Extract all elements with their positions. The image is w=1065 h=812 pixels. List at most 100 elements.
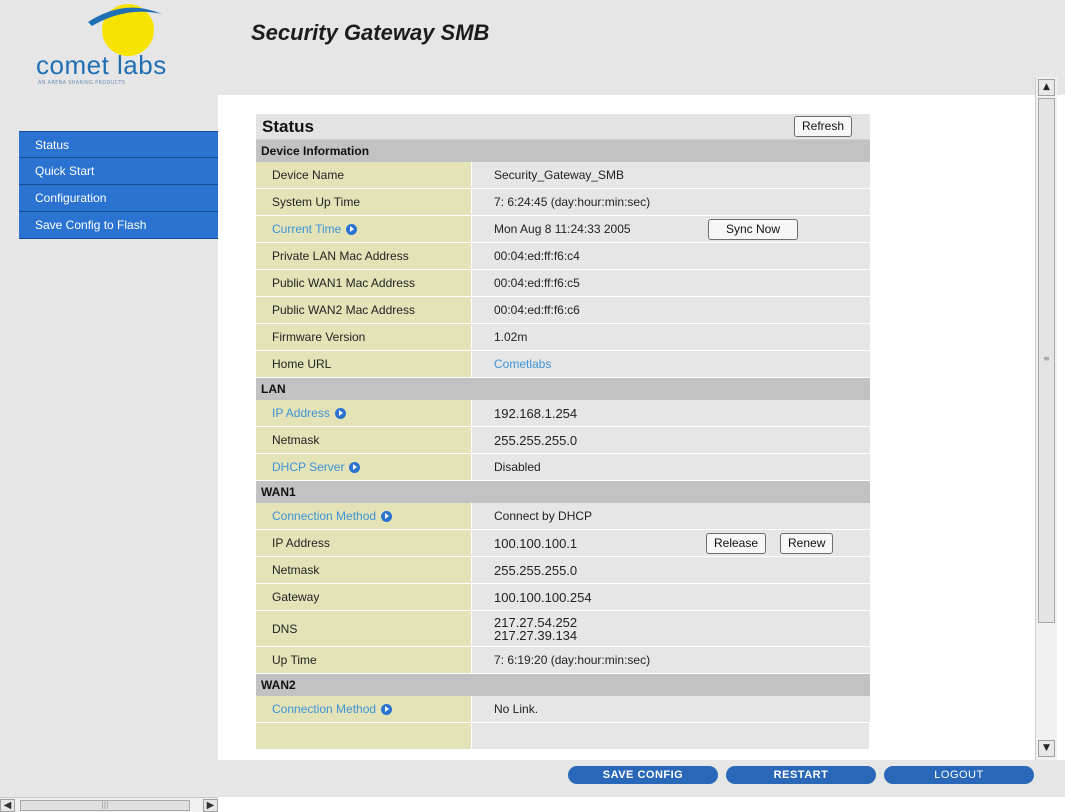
footer-bar: SAVE CONFIG RESTART LOGOUT [218,760,1065,797]
row-wan2-connection-method: Connection Method No Link. [256,696,870,723]
row-wan2-mac: Public WAN2 Mac Address 00:04:ed:ff:f6:c… [256,297,870,324]
row-wan2-next [256,723,870,750]
value-wan1-dns-secondary: 217.27.39.134 [494,627,578,643]
link-wan2-connection-method[interactable]: Connection Method [256,696,472,722]
release-button[interactable]: Release [706,533,767,554]
vertical-scroll-thumb[interactable]: ≡ [1038,98,1055,623]
row-firmware-version: Firmware Version 1.02m [256,324,870,351]
value-wan1-gateway: 100.100.100.254 [472,584,870,610]
label-wan1-mac: Public WAN1 Mac Address [256,270,472,296]
value-lan-mac: 00:04:ed:ff:f6:c4 [472,243,870,269]
row-wan1-up-time: Up Time 7: 6:19:20 (day:hour:min:sec) [256,647,870,674]
label-lan-mac: Private LAN Mac Address [256,243,472,269]
horizontal-scroll-thumb[interactable]: ||| [20,800,190,811]
value-device-name: Security_Gateway_SMB [472,162,870,188]
scroll-left-icon[interactable]: ◀ [0,799,15,812]
link-current-time[interactable]: Current Time [256,216,472,242]
restart-button[interactable]: RESTART [726,766,876,784]
logo-subtitle: AN ARENA SHARING PRODUCTS [38,80,126,86]
scroll-up-icon[interactable]: ▲ [1038,79,1055,96]
label-wan1-netmask: Netmask [256,557,472,583]
row-home-url: Home URL Cometlabs [256,351,870,378]
logo-text: comet labs [36,50,167,80]
sidebar-item-configuration[interactable]: Configuration [19,185,218,212]
panel-header: Status Refresh [256,114,870,140]
arrow-right-icon [381,703,393,715]
row-device-name: Device Name Security_Gateway_SMB [256,162,870,189]
comet-labs-logo[interactable]: comet labs AN ARENA SHARING PRODUCTS [30,0,210,95]
label-wan1-dns: DNS [256,611,472,646]
label-home-url: Home URL [256,351,472,377]
row-wan1-gateway: Gateway 100.100.100.254 [256,584,870,611]
label-wan1-ip-address: IP Address [256,530,472,556]
label-wan2-mac: Public WAN2 Mac Address [256,297,472,323]
value-wan1-up-time: 7: 6:19:20 (day:hour:min:sec) [472,647,870,673]
value-wan1-dns: 217.27.54.252 217.27.39.134 [472,611,870,646]
scroll-down-icon[interactable]: ▼ [1038,740,1055,757]
renew-button[interactable]: Renew [780,533,834,554]
value-firmware-version: 1.02m [472,324,870,350]
label-device-name: Device Name [256,162,472,188]
status-panel: Status Refresh Device Information Device… [256,114,870,760]
section-wan1: WAN1 [256,481,870,503]
value-system-up-time: 7: 6:24:45 (day:hour:min:sec) [472,189,870,215]
section-lan: LAN [256,378,870,400]
value-lan-netmask: 255.255.255.0 [472,427,870,453]
value-wan1-netmask: 255.255.255.0 [472,557,870,583]
header: comet labs AN ARENA SHARING PRODUCTS Sec… [0,0,1065,95]
sidebar-nav: Status Quick Start Configuration Save Co… [19,131,218,239]
page-title: Status [262,117,314,136]
label-wan2-next [256,723,472,749]
row-wan1-netmask: Netmask 255.255.255.0 [256,557,870,584]
row-wan1-mac: Public WAN1 Mac Address 00:04:ed:ff:f6:c… [256,270,870,297]
row-wan1-connection-method: Connection Method Connect by DHCP [256,503,870,530]
row-dhcp-server: DHCP Server Disabled [256,454,870,481]
link-wan1-connection-method[interactable]: Connection Method [256,503,472,529]
value-lan-ip-address: 192.168.1.254 [472,400,870,426]
horizontal-scrollbar[interactable]: ◀ ||| ▶ [0,797,218,812]
sidebar-item-quick-start[interactable]: Quick Start [19,158,218,185]
value-wan1-dns-primary: 217.27.54.252 [494,614,578,630]
sidebar-item-save-config[interactable]: Save Config to Flash [19,212,218,239]
label-firmware-version: Firmware Version [256,324,472,350]
row-lan-netmask: Netmask 255.255.255.0 [256,427,870,454]
link-dhcp-server[interactable]: DHCP Server [256,454,472,480]
label-dhcp-server: DHCP Server [272,460,345,474]
value-wan1-mac: 00:04:ed:ff:f6:c5 [472,270,870,296]
row-lan-ip: IP Address 192.168.1.254 [256,400,870,427]
row-current-time: Current Time Mon Aug 8 11:24:33 2005 Syn… [256,216,870,243]
label-system-up-time: System Up Time [256,189,472,215]
value-wan2-connection-method: No Link. [472,696,870,722]
value-current-time: Mon Aug 8 11:24:33 2005 [472,216,870,242]
arrow-right-icon [334,407,346,419]
sidebar: Status Quick Start Configuration Save Co… [0,95,218,797]
value-wan2-next [472,723,870,749]
arrow-right-icon [381,510,393,522]
sidebar-item-status[interactable]: Status [19,131,218,158]
scroll-right-icon[interactable]: ▶ [203,799,218,812]
row-wan1-ip: IP Address 100.100.100.1 Release Renew [256,530,870,557]
label-current-time: Current Time [272,222,342,236]
vertical-scrollbar[interactable]: ▲ ≡ ▼ [1035,77,1057,760]
link-lan-ip-address[interactable]: IP Address [256,400,472,426]
arrow-right-icon [349,461,361,473]
section-device-information: Device Information [256,140,870,162]
sync-now-button[interactable]: Sync Now [708,219,798,240]
arrow-right-icon [346,223,358,235]
save-config-button[interactable]: SAVE CONFIG [568,766,718,784]
row-wan1-dns: DNS 217.27.54.252 217.27.39.134 [256,611,870,647]
label-wan1-connection-method: Connection Method [272,509,377,523]
label-lan-netmask: Netmask [256,427,472,453]
refresh-button[interactable]: Refresh [794,116,853,137]
home-url-link[interactable]: Cometlabs [472,351,870,377]
app-title: Security Gateway SMB [251,20,490,45]
value-wan1-connection-method: Connect by DHCP [472,503,870,529]
logout-button[interactable]: LOGOUT [884,766,1034,784]
label-wan1-up-time: Up Time [256,647,472,673]
row-system-up-time: System Up Time 7: 6:24:45 (day:hour:min:… [256,189,870,216]
label-wan2-connection-method: Connection Method [272,702,377,716]
row-lan-mac: Private LAN Mac Address 00:04:ed:ff:f6:c… [256,243,870,270]
value-dhcp-server: Disabled [472,454,870,480]
label-wan1-gateway: Gateway [256,584,472,610]
value-wan2-mac: 00:04:ed:ff:f6:c6 [472,297,870,323]
